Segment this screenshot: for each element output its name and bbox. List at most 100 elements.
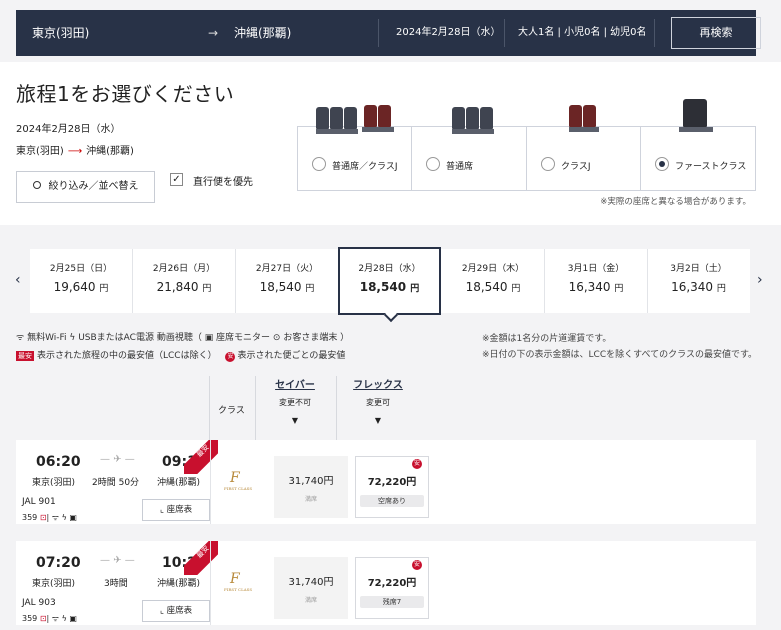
flex-fare-cell[interactable]: 安 72,220円 空席あり xyxy=(355,456,429,518)
date-tab[interactable]: 2月26日（月） 21,840 円 xyxy=(133,249,236,313)
divider xyxy=(209,376,210,440)
flex-fare-cell[interactable]: 安 72,220円 残席7 xyxy=(355,557,429,619)
seat-map-button[interactable]: ⌞ 座席表 xyxy=(142,600,210,622)
fare-name[interactable]: フレックス xyxy=(342,376,414,391)
fare-condition: 変更不可 xyxy=(279,398,311,407)
sort-icon[interactable]: ▼ xyxy=(259,416,331,425)
seat-image xyxy=(679,99,713,133)
divider xyxy=(654,19,655,47)
saver-fare-cell: 31,740円 満席 xyxy=(274,456,348,518)
lowest-per-flight-badge: 安 xyxy=(225,352,236,362)
direct-flight-label: 直行便を優先 xyxy=(193,177,253,188)
flight-card: 06:20 東京(羽田) — ✈ — 2時間 50分 09:10 沖縄(那覇) … xyxy=(16,440,756,524)
seat-image xyxy=(316,103,396,134)
flight-duration: 3時間 xyxy=(104,579,128,589)
power-icon: ⊡ xyxy=(39,614,47,623)
date-tab-price: 18,540 xyxy=(359,280,407,294)
route-origin: 東京(羽田) xyxy=(16,146,64,157)
aircraft-type: 359 xyxy=(22,614,38,623)
badge-legend: 最安 表示された旅程の中の最安値（LCCは除く） 安表示された便ごとの最安値 xyxy=(16,348,345,362)
fare-condition: 変更可 xyxy=(366,398,390,407)
yen-unit: 円 xyxy=(305,284,315,294)
fare-name[interactable]: セイバー xyxy=(259,376,331,391)
cabin-selector: 普通席／クラスJ 普通席 クラスJ ファーストクラス xyxy=(297,99,756,191)
date-tab[interactable]: 2月27日（火） 18,540 円 xyxy=(236,249,339,313)
seat-map-label: 座席表 xyxy=(166,606,193,616)
flight-duration: 2時間 50分 xyxy=(92,478,140,488)
divider xyxy=(255,376,256,440)
cabin-label: ファーストクラス xyxy=(675,162,747,172)
date-tab[interactable]: 2月29日（木） 18,540 円 xyxy=(442,249,545,313)
cabin-label: 普通席 xyxy=(446,162,474,172)
divider xyxy=(210,541,211,625)
class-logo-mark: F xyxy=(230,571,240,587)
date-tab-date: 3月1日（金） xyxy=(567,264,625,274)
divider xyxy=(210,440,211,524)
yen-unit: 円 xyxy=(716,284,726,294)
cabin-option-first[interactable]: ファーストクラス xyxy=(641,99,755,190)
date-tab[interactable]: 3月2日（土） 16,340 円 xyxy=(647,249,750,313)
chevron-right-icon[interactable]: › xyxy=(757,272,763,288)
arrival-airport: 沖縄(那覇) xyxy=(157,478,201,488)
date-tab-date: 2月27日（火） xyxy=(255,264,319,274)
amenity-legend: ᯤ 無料Wi-Fi ϟ USBまたはAC電源 動画視聴（ ▣ 座席モニター ⊙ … xyxy=(16,333,350,343)
date-tab[interactable]: 3月1日（金） 16,340 円 xyxy=(545,249,648,313)
cabin-radio[interactable] xyxy=(312,157,326,171)
search-date: 2024年2月28日（水） xyxy=(396,27,501,38)
divider xyxy=(336,376,337,440)
yen-unit: 円 xyxy=(99,284,109,294)
class-logo-mark: F xyxy=(230,470,240,486)
date-tab-price: 18,540 xyxy=(465,280,508,294)
availability-status: 満席 xyxy=(304,597,317,604)
passenger-count: 大人1名 | 小児0名 | 幼児0名 xyxy=(518,27,647,38)
date-tab[interactable]: 2月25日（日） 19,640 円 xyxy=(30,249,133,313)
cheapest-ribbon-text: 最安 xyxy=(195,443,211,459)
plane-icon: — ✈ — xyxy=(100,555,135,566)
seat-image xyxy=(452,103,496,134)
fare-note: ※日付の下の表示金額は、LCCを除くすべてのクラスの最安値です。 xyxy=(482,350,758,360)
sort-icon[interactable]: ▼ xyxy=(342,416,414,425)
departure-airport: 東京(羽田) xyxy=(32,478,76,488)
seat-map-button[interactable]: ⌞ 座席表 xyxy=(142,499,210,521)
flex-fare-header[interactable]: フレックス 変更可 ▼ xyxy=(342,376,414,425)
destination-airport: 沖縄(那覇) xyxy=(234,26,292,40)
flight-number: JAL 901 xyxy=(22,497,56,507)
filter-sort-button[interactable]: 絞り込み／並べ替え xyxy=(16,171,155,203)
date-tab-date: 2月26日（月） xyxy=(152,264,216,274)
direct-flight-checkbox[interactable]: ✓ xyxy=(170,173,183,186)
yen-unit: 円 xyxy=(614,284,624,294)
date-tab-price: 21,840 xyxy=(156,280,199,294)
departure-time: 06:20 xyxy=(36,454,81,470)
fare-price: 72,220円 xyxy=(367,578,417,589)
seat-image xyxy=(569,103,601,133)
date-tab-price: 18,540 xyxy=(259,280,302,294)
cabin-radio[interactable] xyxy=(541,157,555,171)
page-title: 旅程1をお選びください xyxy=(16,82,235,106)
chevron-left-icon[interactable]: ‹ xyxy=(15,272,21,288)
first-class-logo: F FIRST CLASS xyxy=(224,571,252,592)
cabin-radio-selected[interactable] xyxy=(655,157,669,171)
route-arrow-icon: ⟶ xyxy=(67,146,83,157)
divider xyxy=(504,19,505,47)
search-summary-bar: 東京(羽田) → 沖縄(那覇) 2024年2月28日（水） 大人1名 | 小児0… xyxy=(16,10,761,56)
fare-price: 31,740円 xyxy=(288,577,334,588)
lowest-legend-text: 表示された便ごとの最安値 xyxy=(237,351,346,361)
flight-number: JAL 903 xyxy=(22,598,56,608)
filter-sort-label: 絞り込み／並べ替え xyxy=(48,181,139,192)
cheapest-badge: 最安 xyxy=(16,351,34,361)
date-tab-price: 16,340 xyxy=(671,280,714,294)
divider xyxy=(378,19,379,47)
yen-unit: 円 xyxy=(202,284,212,294)
cabin-radio[interactable] xyxy=(426,157,440,171)
date-tab-selected[interactable]: 2月28日（水） 18,540 円 xyxy=(338,247,441,323)
cabin-option-classj[interactable]: クラスJ xyxy=(527,105,641,190)
cheapest-legend-text: 表示された旅程の中の最安値（LCCは除く） xyxy=(37,351,217,361)
cabin-option-economy-classj[interactable]: 普通席／クラスJ xyxy=(298,105,412,190)
date-tab-date: 2月25日（日） xyxy=(49,264,113,274)
research-button[interactable]: 再検索 xyxy=(671,17,761,49)
cabin-option-economy[interactable]: 普通席 xyxy=(412,107,527,190)
lowest-badge: 安 xyxy=(412,560,422,570)
availability-status: 空席あり xyxy=(360,495,424,507)
cheapest-ribbon: 最安 xyxy=(184,440,218,474)
saver-fare-header[interactable]: セイバー 変更不可 ▼ xyxy=(259,376,331,425)
